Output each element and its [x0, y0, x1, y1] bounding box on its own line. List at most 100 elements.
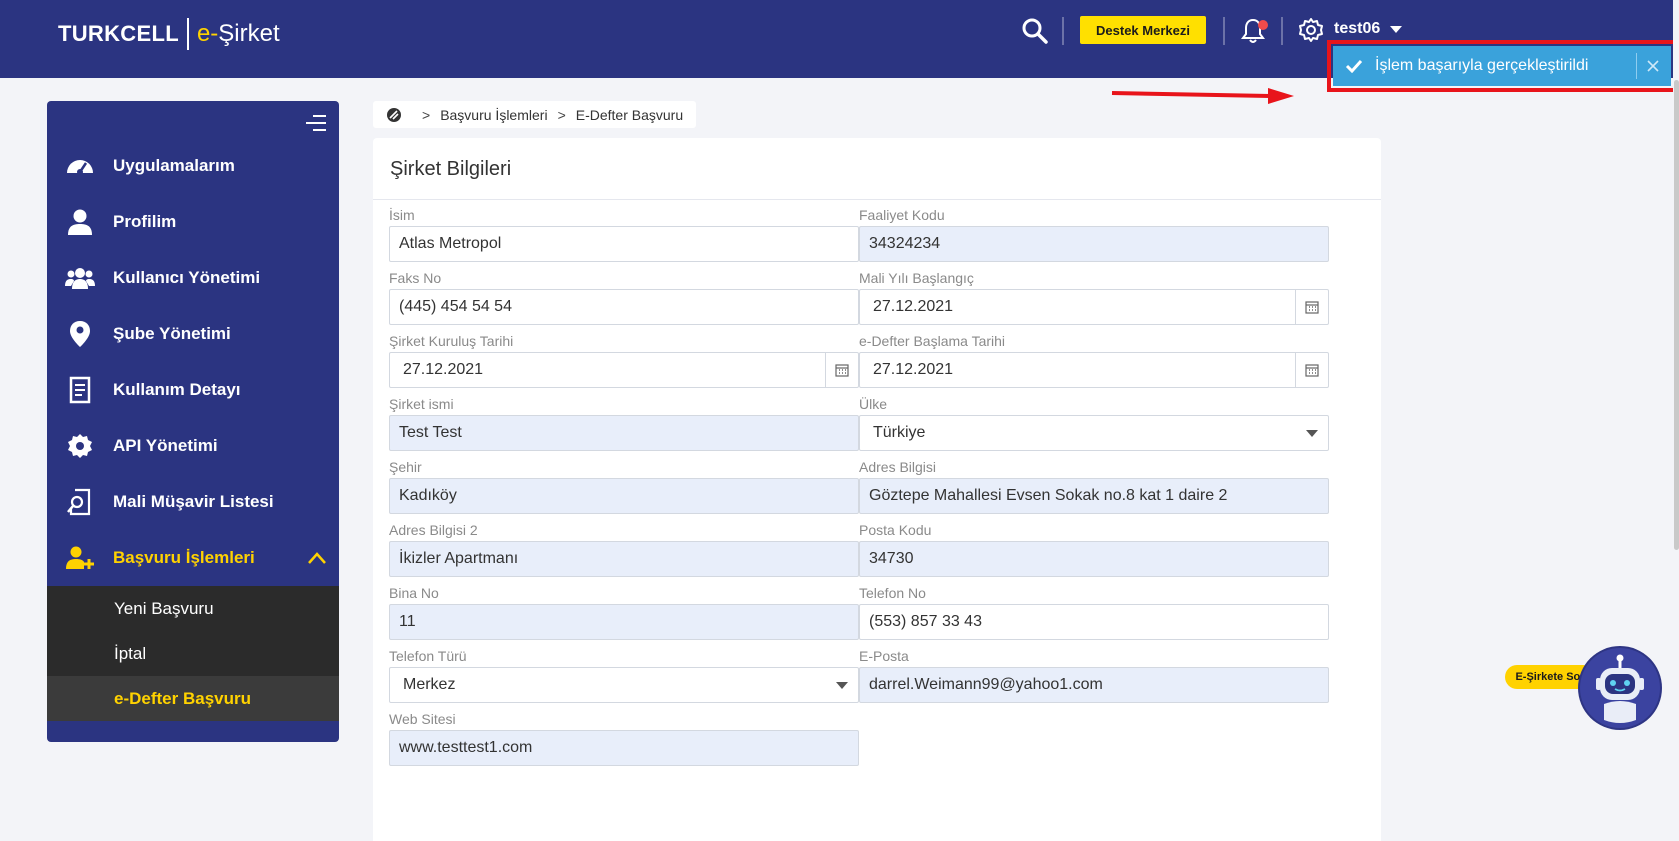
field-label: Mali Yılı Başlangıç	[859, 270, 974, 286]
field-faks-no: Faks No (445) 454 54 54	[389, 270, 859, 325]
sidebar-item-label: Şube Yönetimi	[113, 324, 231, 343]
search-document-icon	[67, 488, 91, 516]
mali-yil-date-input[interactable]: 27.12.2021	[859, 289, 1329, 325]
edefter-tarihi-date-input[interactable]: 27.12.2021	[859, 352, 1329, 388]
field-eposta: E-Posta darrel.Weimann99@yahoo1.com	[859, 648, 1329, 703]
sidebar: Uygulamalarım Profilim Kullanıcı Yönetim…	[47, 101, 339, 742]
settings-gear-icon[interactable]	[1297, 16, 1325, 44]
turkcell-logo[interactable]: TURKCELL e- Şirket	[58, 17, 280, 51]
support-center-button[interactable]: Destek Merkezi	[1080, 16, 1206, 44]
annotation-arrow-icon	[1111, 88, 1294, 104]
field-kurulus-tarihi: Şirket Kuruluş Tarihi 27.12.2021	[389, 333, 859, 388]
calendar-icon[interactable]	[825, 353, 858, 387]
sidebar-item-basvuru-islemleri[interactable]: Başvuru İşlemleri	[47, 530, 339, 586]
sidebar-subitem-iptal[interactable]: İptal	[47, 631, 339, 676]
document-icon	[69, 376, 91, 404]
toolbar-divider	[1062, 17, 1064, 45]
field-label: Şirket ismi	[389, 396, 454, 412]
sidebar-subitem-edefter-basvuru[interactable]: e-Defter Başvuru	[47, 676, 339, 721]
card-title: Şirket Bilgileri	[390, 158, 512, 180]
robot-icon	[1580, 648, 1660, 728]
faks-no-input[interactable]: (445) 454 54 54	[389, 289, 859, 325]
home-icon[interactable]	[386, 107, 402, 123]
breadcrumb-separator: >	[422, 106, 431, 123]
chevron-up-icon[interactable]	[307, 551, 327, 565]
gear-icon	[68, 434, 92, 458]
adres-input[interactable]: Göztepe Mahallesi Evsen Sokak no.8 kat 1…	[859, 478, 1329, 514]
sidebar-subitem-yeni-basvuru[interactable]: Yeni Başvuru	[47, 586, 339, 631]
dashboard-icon	[67, 160, 93, 175]
user-menu[interactable]: test06	[1334, 20, 1403, 38]
field-label: Posta Kodu	[859, 522, 932, 538]
menu-collapse-icon[interactable]	[305, 114, 327, 132]
toolbar-divider	[1281, 17, 1283, 45]
page-scrollbar[interactable]	[1674, 80, 1679, 550]
calendar-icon[interactable]	[1295, 353, 1328, 387]
sidebar-item-uygulamalarim[interactable]: Uygulamalarım	[47, 138, 339, 194]
telefon-turu-select[interactable]: Merkez	[389, 667, 859, 703]
isim-input[interactable]: Atlas Metropol	[389, 226, 859, 262]
date-value: 27.12.2021	[403, 361, 484, 378]
dropdown-arrow-icon	[836, 682, 848, 689]
bina-no-input[interactable]: 11	[389, 604, 859, 640]
search-icon[interactable]	[1021, 17, 1049, 45]
breadcrumb: > Başvuru İşlemleri > E-Defter Başvuru	[373, 101, 696, 128]
field-ulke: Ülke Türkiye	[859, 396, 1329, 451]
field-edefter-tarihi: e-Defter Başlama Tarihi 27.12.2021	[859, 333, 1329, 388]
field-telefon-no: Telefon No (553) 857 33 43	[859, 585, 1329, 640]
close-icon[interactable]	[1645, 58, 1661, 74]
calendar-icon[interactable]	[1295, 290, 1328, 324]
field-label: Adres Bilgisi 2	[389, 522, 478, 538]
field-label: Telefon Türü	[389, 648, 467, 664]
field-isim: İsim Atlas Metropol	[389, 207, 859, 262]
sidebar-nav: Uygulamalarım Profilim Kullanıcı Yönetim…	[47, 138, 339, 721]
sirket-ismi-input[interactable]: Test Test	[389, 415, 859, 451]
toast-divider	[1636, 53, 1637, 79]
field-label: Web Sitesi	[389, 711, 456, 727]
sidebar-item-mali-musavir[interactable]: Mali Müşavir Listesi	[47, 474, 339, 530]
sidebar-item-kullanici-yonetimi[interactable]: Kullanıcı Yönetimi	[47, 250, 339, 306]
toolbar-divider	[1223, 17, 1225, 45]
ulke-select[interactable]: Türkiye	[859, 415, 1329, 451]
username: test06	[1334, 20, 1381, 37]
select-value: Türkiye	[873, 424, 926, 441]
chatbot-button[interactable]	[1578, 646, 1662, 730]
web-sitesi-input[interactable]: www.testtest1.com	[389, 730, 859, 766]
field-mali-yil: Mali Yılı Başlangıç 27.12.2021	[859, 270, 1329, 325]
sidebar-item-profilim[interactable]: Profilim	[47, 194, 339, 250]
field-label: Faks No	[389, 270, 442, 286]
field-label: Faaliyet Kodu	[859, 207, 945, 223]
brand-e: e-	[196, 20, 219, 47]
field-telefon-turu: Telefon Türü Merkez	[389, 648, 859, 703]
breadcrumb-separator: >	[557, 106, 566, 123]
date-value: 27.12.2021	[873, 298, 954, 315]
sidebar-item-label: Başvuru İşlemleri	[113, 548, 255, 567]
sehir-input[interactable]: Kadıköy	[389, 478, 859, 514]
dropdown-arrow-icon	[1306, 430, 1318, 437]
sidebar-item-kullanim-detayi[interactable]: Kullanım Detayı	[47, 362, 339, 418]
field-posta-kodu: Posta Kodu 34730	[859, 522, 1329, 577]
card-divider	[373, 199, 1381, 200]
brand-secondary: Şirket	[218, 20, 280, 47]
sidebar-item-api-yonetimi[interactable]: API Yönetimi	[47, 418, 339, 474]
adres2-input[interactable]: İkizler Apartmanı	[389, 541, 859, 577]
breadcrumb-item[interactable]: Başvuru İşlemleri	[440, 107, 547, 123]
sidebar-item-sube-yonetimi[interactable]: Şube Yönetimi	[47, 306, 339, 362]
faaliyet-kodu-input[interactable]: 34324234	[859, 226, 1329, 262]
field-label: Telefon No	[859, 585, 926, 601]
field-label: Şehir	[389, 459, 422, 475]
kurulus-tarihi-date-input[interactable]: 27.12.2021	[389, 352, 859, 388]
sidebar-item-label: API Yönetimi	[113, 436, 218, 455]
eposta-input[interactable]: darrel.Weimann99@yahoo1.com	[859, 667, 1329, 703]
toast-message: İşlem başarıyla gerçekleştirildi	[1375, 57, 1589, 74]
field-sirket-ismi: Şirket ismi Test Test	[389, 396, 859, 451]
field-label: Ülke	[859, 396, 888, 412]
posta-kodu-input[interactable]: 34730	[859, 541, 1329, 577]
field-label: Bina No	[389, 585, 439, 601]
logo-divider	[186, 18, 189, 50]
field-adres: Adres Bilgisi Göztepe Mahallesi Evsen So…	[859, 459, 1329, 514]
telefon-no-input[interactable]: (553) 857 33 43	[859, 604, 1329, 640]
location-pin-icon	[70, 321, 90, 347]
success-toast: İşlem başarıyla gerçekleştirildi	[1333, 46, 1671, 86]
sidebar-item-label: Profilim	[113, 212, 177, 231]
